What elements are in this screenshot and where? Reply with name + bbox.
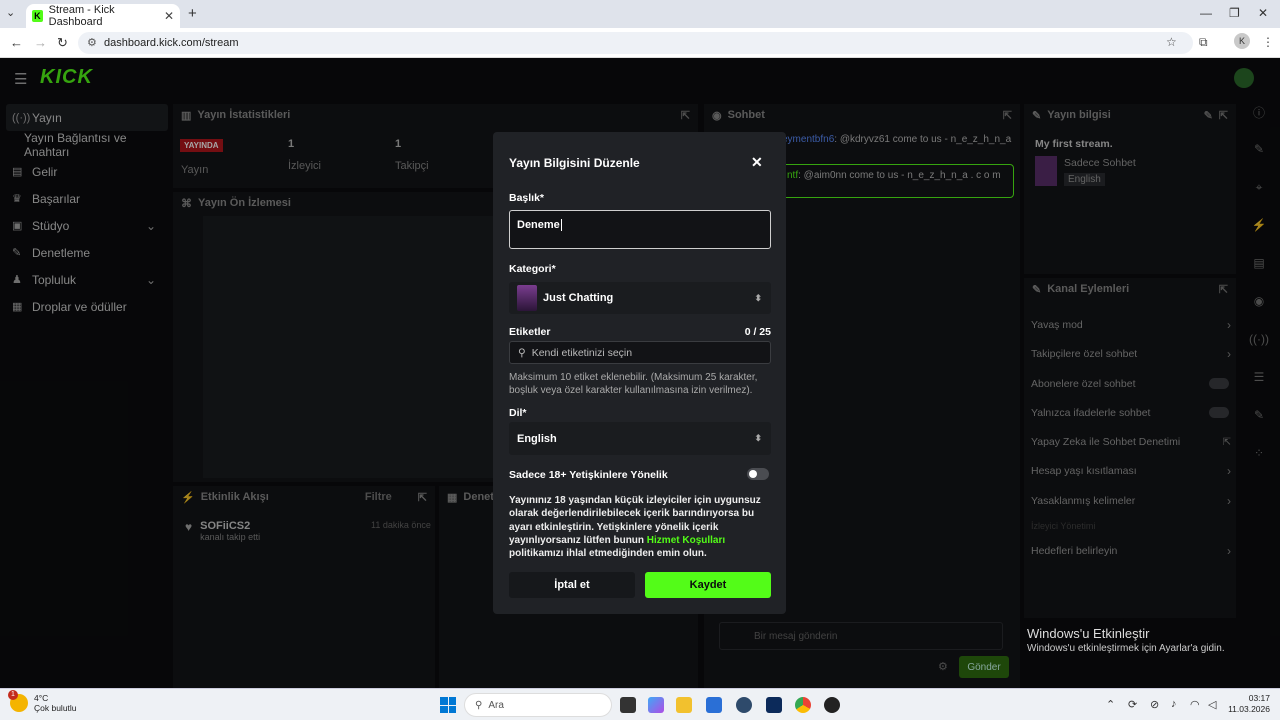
language-label: Dil* bbox=[509, 407, 527, 419]
search-icon: ⚲ bbox=[518, 346, 526, 359]
minimize-icon[interactable]: — bbox=[1200, 6, 1212, 20]
window-close-icon[interactable]: ✕ bbox=[1258, 6, 1268, 20]
task-view-icon[interactable] bbox=[620, 697, 636, 713]
app-icon[interactable] bbox=[736, 697, 752, 713]
weather-desc: Çok bulutlu bbox=[34, 703, 77, 713]
windows-taskbar: 1 4°C Çok bulutlu ⚲ Ara ⌃ ⟳ ⊘ ♪ ◠ ◁ 03:17 1… bbox=[0, 688, 1280, 720]
profile-avatar[interactable]: K bbox=[1234, 33, 1250, 49]
clock-time: 03:17 bbox=[1248, 693, 1270, 703]
clock-date: 11.03.2026 bbox=[1228, 704, 1270, 714]
select-arrows-icon: ⬍ bbox=[754, 292, 762, 303]
address-bar[interactable]: ⚙ dashboard.kick.com/stream bbox=[78, 32, 1193, 54]
forward-icon[interactable]: → bbox=[34, 35, 47, 50]
notification-badge: 1 bbox=[8, 690, 18, 700]
mature-label: Sadece 18+ Yetişkinlere Yönelik bbox=[509, 469, 668, 481]
store-icon[interactable] bbox=[706, 697, 722, 713]
browser-toolbar: ← → ↻ ⚙ dashboard.kick.com/stream ☆ ⧉ K … bbox=[0, 28, 1280, 58]
title-label: Başlık* bbox=[509, 192, 545, 204]
app-icon[interactable] bbox=[824, 697, 840, 713]
category-select[interactable]: Just Chatting ⬍ bbox=[509, 282, 771, 314]
text-caret bbox=[560, 219, 562, 231]
tags-count: 0 / 25 bbox=[744, 326, 771, 338]
search-icon: ⚲ bbox=[475, 699, 483, 711]
save-button[interactable]: Kaydet bbox=[645, 572, 771, 598]
modal-title: Yayın Bilgisini Düzenle bbox=[509, 156, 640, 170]
browser-tab-strip: ⌄ K Stream - Kick Dashboard ✕ + — ❐ ✕ bbox=[0, 0, 1280, 28]
extensions-icon[interactable]: ⧉ bbox=[1199, 35, 1208, 50]
kick-favicon-icon: K bbox=[32, 10, 43, 22]
warning-text-part2: politikamızı ihlal etmediğinden emin olu… bbox=[509, 548, 707, 560]
tab-title: Stream - Kick Dashboard bbox=[48, 4, 115, 28]
browser-menu-icon[interactable]: ⋮ bbox=[1262, 35, 1274, 49]
weather-icon: 1 bbox=[8, 690, 28, 712]
chevron-up-icon[interactable]: ⌃ bbox=[1106, 698, 1115, 711]
new-tab-icon[interactable]: + bbox=[188, 5, 197, 22]
microphone-icon[interactable]: ♪ bbox=[1171, 698, 1177, 710]
tags-label: Etiketler bbox=[509, 326, 551, 338]
language-select-value: English bbox=[517, 432, 557, 445]
chrome-icon[interactable] bbox=[795, 697, 811, 713]
reload-icon[interactable]: ↻ bbox=[57, 35, 68, 51]
tags-help-text: Maksimum 10 etiket eklenebilir. (Maksimu… bbox=[509, 372, 758, 396]
category-thumbnail bbox=[517, 285, 537, 311]
windows-activation-watermark: Windows'u Etkinleştir Windows'u etkinleş… bbox=[1027, 626, 1225, 654]
mature-warning-text: Yayınınız 18 yaşından küçük izleyiciler … bbox=[509, 494, 771, 560]
app-icon[interactable] bbox=[766, 697, 782, 713]
site-info-icon[interactable]: ⚙ bbox=[87, 36, 97, 49]
search-placeholder: Ara bbox=[488, 699, 504, 711]
cancel-button[interactable]: İptal et bbox=[509, 572, 635, 598]
sync-icon[interactable]: ⟳ bbox=[1128, 698, 1137, 711]
mature-content-toggle[interactable] bbox=[747, 468, 769, 480]
tab-search-icon[interactable]: ⌄ bbox=[6, 6, 15, 19]
category-label: Kategori* bbox=[509, 263, 556, 275]
terms-of-service-link[interactable]: Hizmet Koşulları bbox=[647, 535, 725, 546]
bookmark-star-icon[interactable]: ☆ bbox=[1166, 35, 1177, 49]
volume-icon[interactable]: ◁ bbox=[1208, 698, 1216, 711]
close-icon[interactable]: ✕ bbox=[751, 154, 763, 171]
weather-temp: 4°C bbox=[34, 693, 49, 703]
title-input-value: Deneme bbox=[517, 219, 560, 231]
taskbar-search[interactable]: ⚲ Ara bbox=[464, 693, 612, 717]
wifi-icon[interactable]: ◠ bbox=[1190, 698, 1200, 711]
edit-stream-info-modal: Yayın Bilgisini Düzenle ✕ Başlık* Deneme… bbox=[493, 132, 786, 614]
select-arrows-icon: ⬍ bbox=[754, 433, 762, 443]
activation-text: Windows'u etkinleştirmek için Ayarlar'a … bbox=[1027, 643, 1225, 654]
tags-placeholder: Kendi etiketinizi seçin bbox=[531, 346, 633, 359]
url-text: dashboard.kick.com/stream bbox=[104, 37, 239, 49]
restore-icon[interactable]: ❐ bbox=[1229, 6, 1240, 20]
title-input[interactable]: Deneme bbox=[509, 210, 771, 249]
weather-widget[interactable]: 1 4°C Çok bulutlu bbox=[8, 690, 77, 713]
tags-input[interactable]: ⚲ Kendi etiketinizi seçin bbox=[509, 341, 771, 364]
language-select[interactable]: English ⬍ bbox=[509, 422, 771, 455]
category-select-value: Just Chatting bbox=[543, 292, 614, 304]
browser-tab-active[interactable]: K Stream - Kick Dashboard ✕ bbox=[26, 4, 180, 28]
windows-start-icon[interactable] bbox=[440, 697, 456, 713]
back-icon[interactable]: ← bbox=[10, 35, 23, 50]
system-clock[interactable]: 03:17 11.03.2026 bbox=[1222, 693, 1270, 715]
network-off-icon[interactable]: ⊘ bbox=[1150, 698, 1159, 711]
copilot-icon[interactable] bbox=[648, 697, 664, 713]
tab-close-icon[interactable]: ✕ bbox=[164, 9, 174, 23]
file-explorer-icon[interactable] bbox=[676, 697, 692, 713]
activation-title: Windows'u Etkinleştir bbox=[1027, 626, 1150, 641]
